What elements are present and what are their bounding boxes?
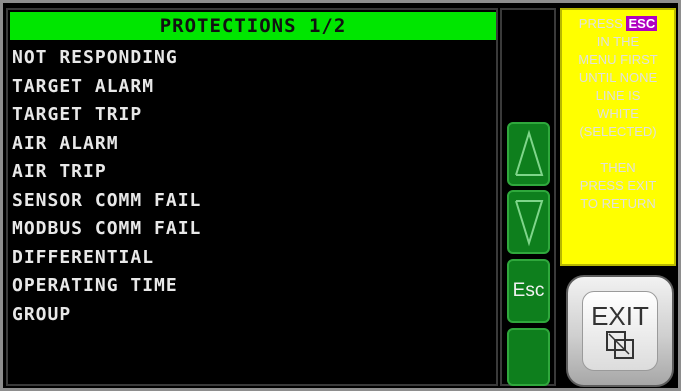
esc-tag: ESC: [626, 16, 658, 31]
instruction-line: PRESS EXIT: [579, 178, 657, 193]
instruction-line: TO RETURN: [580, 196, 656, 211]
instruction-line: WHITE: [597, 106, 639, 121]
exit-button[interactable]: EXIT: [566, 275, 674, 387]
scroll-down-button[interactable]: [507, 190, 550, 254]
list-item[interactable]: AIR ALARM: [12, 130, 492, 159]
arrow-up-icon: [514, 129, 543, 176]
list-item[interactable]: MODBUS COMM FAIL: [12, 215, 492, 244]
instruction-line: (SELECTED): [579, 124, 657, 139]
protections-list: NOT RESPONDING TARGET ALARM TARGET TRIP …: [12, 44, 492, 329]
arrow-down-icon: [514, 200, 543, 247]
exit-button-label: EXIT: [591, 301, 649, 331]
list-item[interactable]: DIFFERENTIAL: [12, 244, 492, 273]
list-item[interactable]: OPERATING TIME: [12, 272, 492, 301]
protections-panel: PROTECTIONS 1/2 NOT RESPONDING TARGET AL…: [6, 8, 498, 386]
instruction-line: IN THE: [596, 34, 640, 49]
list-item[interactable]: NOT RESPONDING: [12, 44, 492, 73]
instruction-press: PRESS: [578, 16, 623, 31]
list-item[interactable]: TARGET TRIP: [12, 101, 492, 130]
esc-button-label: Esc: [512, 280, 545, 301]
instruction-line: PRESS ESC: [562, 15, 674, 33]
list-item[interactable]: GROUP: [12, 301, 492, 330]
exit-squares-icon: [606, 331, 634, 359]
instruction-line: LINE IS: [595, 88, 641, 103]
instruction-spacer: [562, 141, 674, 159]
esc-button[interactable]: Esc: [507, 259, 550, 323]
list-item[interactable]: SENSOR COMM FAIL: [12, 187, 492, 216]
blank-button[interactable]: [507, 328, 550, 386]
exit-button-face: EXIT: [582, 291, 658, 371]
scroll-up-button[interactable]: [507, 122, 550, 186]
instruction-line: MENU FIRST: [578, 52, 658, 67]
instruction-line: UNTIL NONE: [578, 70, 658, 85]
list-item[interactable]: TARGET ALARM: [12, 73, 492, 102]
list-item[interactable]: AIR TRIP: [12, 158, 492, 187]
navigation-column: Esc: [500, 8, 556, 386]
page-title: PROTECTIONS 1/2: [10, 12, 496, 40]
instruction-line: THEN: [600, 160, 636, 175]
instructions-box: PRESS ESC IN THE MENU FIRST UNTIL NONE L…: [560, 8, 676, 266]
